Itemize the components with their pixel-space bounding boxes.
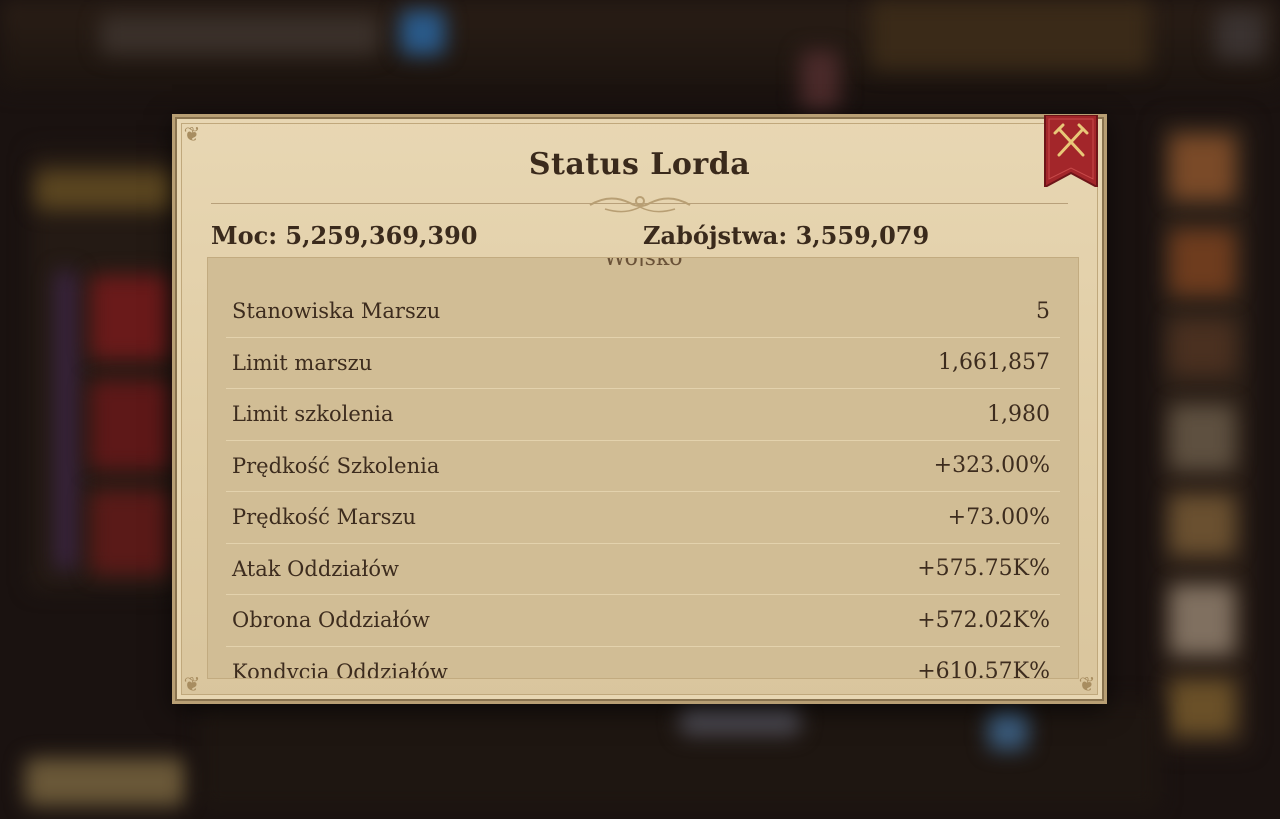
kills-stat: Zabójstwa: 3,559,079 [643, 221, 930, 250]
stat-value: +323.00% [933, 453, 1050, 479]
stat-label: Prędkość Marszu [232, 505, 417, 530]
lord-status-dialog: ❦ ❦ ❦ Status Lorda Moc: 5,259,369,390 Za… [172, 114, 1107, 704]
stat-value: +610.57K% [917, 659, 1050, 679]
title-flourish-icon [588, 196, 691, 213]
power-stat: Moc: 5,259,369,390 [211, 221, 478, 250]
stat-value: 1,661,857 [938, 350, 1050, 376]
list-item: Limit szkolenia 1,980 [226, 389, 1060, 441]
list-item: Obrona Oddziałów +572.02K% [226, 595, 1060, 647]
list-item: Prędkość Marszu +73.00% [226, 492, 1060, 544]
section-title: Wojsko [208, 258, 1078, 266]
stat-value: 1,980 [987, 401, 1050, 427]
stat-label: Limit marszu [232, 350, 373, 375]
stat-label: Stanowiska Marszu [232, 299, 441, 324]
stat-label: Kondycja Oddziałów [232, 659, 448, 679]
stats-list: Stanowiska Marszu 5 Limit marszu 1,661,8… [226, 286, 1060, 679]
list-item: Kondycja Oddziałów +610.57K% [226, 647, 1060, 679]
stat-value: 5 [1036, 298, 1050, 324]
list-item: Prędkość Szkolenia +323.00% [226, 441, 1060, 492]
stat-label: Prędkość Szkolenia [232, 453, 440, 478]
stat-value: +575.75K% [917, 556, 1050, 582]
corner-ornament-icon: ❦ [183, 672, 201, 696]
stat-label: Atak Oddziałów [232, 556, 399, 581]
stat-value: +73.00% [947, 504, 1050, 530]
list-item: Atak Oddziałów +575.75K% [226, 544, 1060, 595]
close-button[interactable] [1043, 115, 1099, 187]
list-item: Limit marszu 1,661,857 [226, 338, 1060, 389]
corner-ornament-icon: ❦ [183, 122, 201, 146]
stat-label: Limit szkolenia [232, 402, 394, 427]
army-stats-panel[interactable]: Wojsko Stanowiska Marszu 5 Limit marszu … [207, 257, 1079, 679]
stat-label: Obrona Oddziałów [232, 608, 430, 633]
dialog-title: Status Lorda [528, 147, 751, 182]
stat-value: +572.02K% [917, 607, 1050, 633]
list-item: Stanowiska Marszu 5 [226, 286, 1060, 338]
